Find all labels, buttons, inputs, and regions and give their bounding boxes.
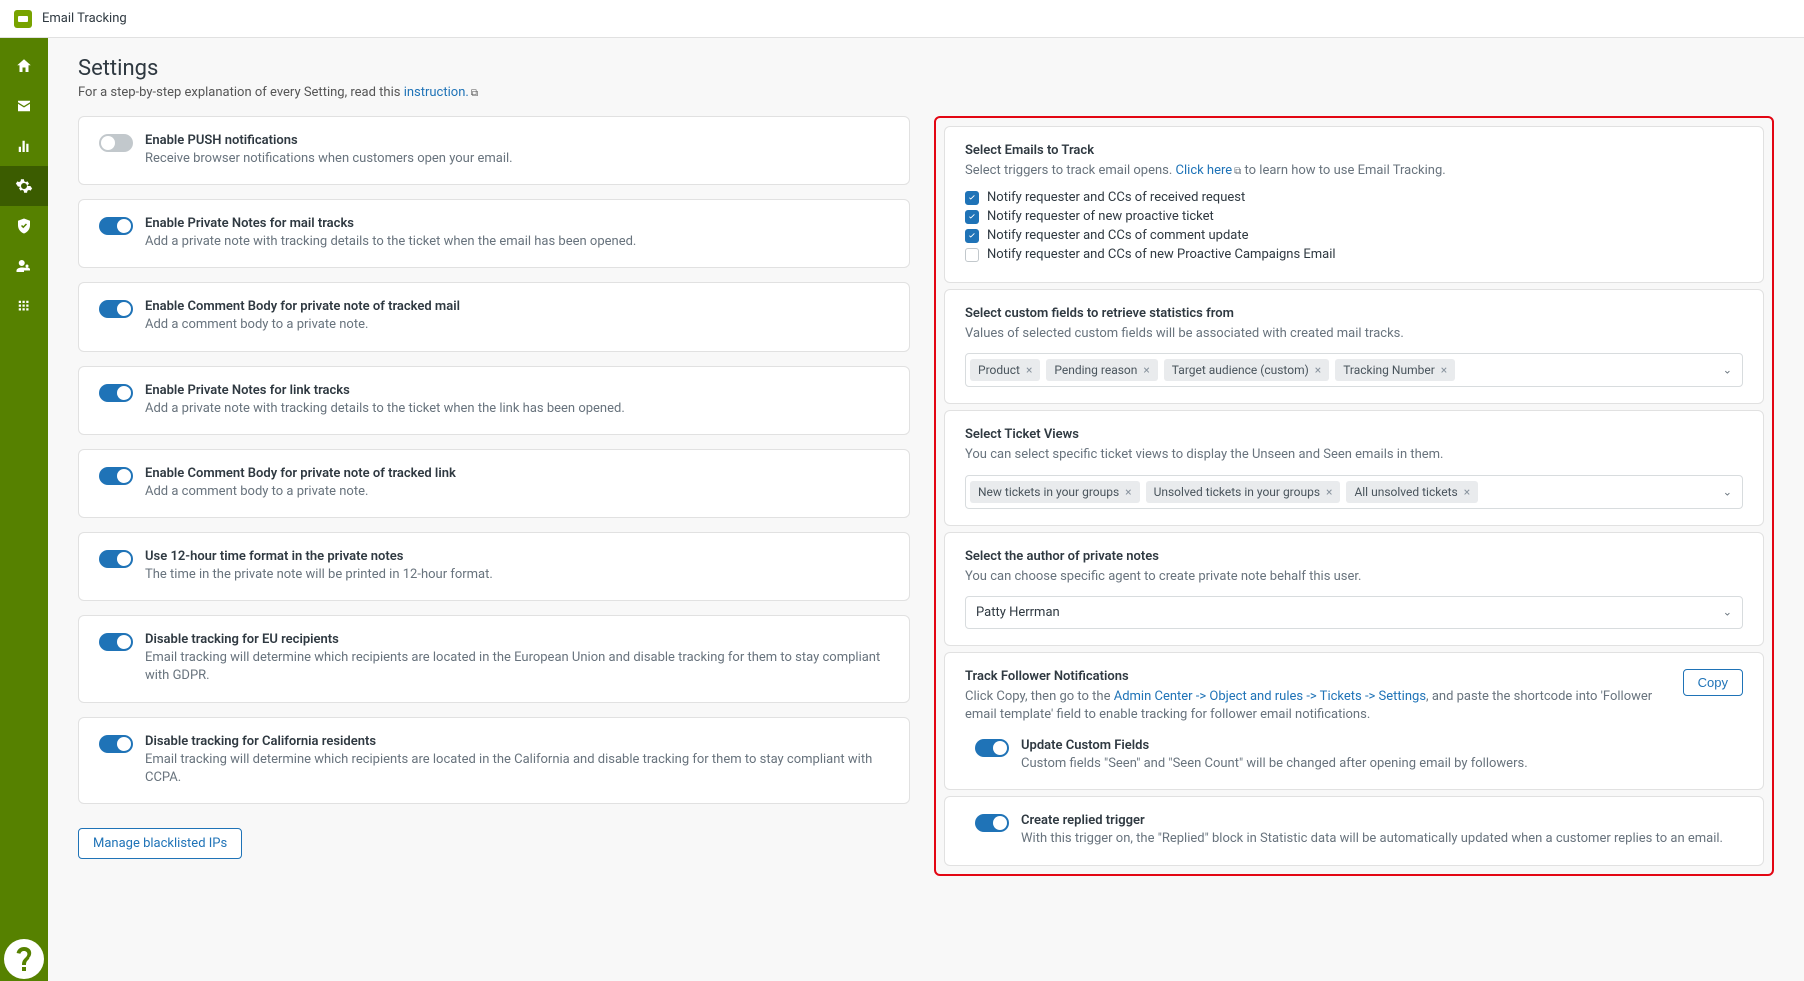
topbar-title: Email Tracking <box>42 11 127 26</box>
tag-audience: Target audience (custom)× <box>1164 359 1329 381</box>
ticket-views-select[interactable]: New tickets in your groups× Unsolved tic… <box>965 475 1743 509</box>
tag-tracking: Tracking Number× <box>1335 359 1455 381</box>
sidebar-security[interactable] <box>0 206 48 246</box>
manage-blacklist-button[interactable]: Manage blacklisted IPs <box>78 828 242 859</box>
external-icon: ⧉ <box>471 88 478 99</box>
main: Settings For a step-by-step explanation … <box>48 38 1804 906</box>
tag-pending: Pending reason× <box>1046 359 1157 381</box>
remove-tag-icon[interactable]: × <box>1464 485 1470 499</box>
chevron-down-icon: ⌄ <box>1723 485 1732 498</box>
card-pn-link: Enable Private Notes for link tracks Add… <box>78 366 910 435</box>
admin-center-link[interactable]: Admin Center -> Object and rules -> Tick… <box>1114 689 1426 704</box>
sidebar-stats[interactable] <box>0 126 48 166</box>
sidebar <box>0 38 48 981</box>
tag-view-unsolved: Unsolved tickets in your groups× <box>1146 481 1341 503</box>
checkbox-received-request[interactable] <box>965 191 979 205</box>
chevron-down-icon: ⌄ <box>1723 364 1732 377</box>
card-follower: Track Follower Notifications Click Copy,… <box>944 652 1764 791</box>
sidebar-help[interactable] <box>0 937 48 981</box>
push-desc: Receive browser notifications when custo… <box>145 150 513 168</box>
instruction-link[interactable]: instruction. <box>404 85 469 100</box>
app-icon <box>14 10 32 28</box>
remove-tag-icon[interactable]: × <box>1315 363 1321 377</box>
tag-view-new: New tickets in your groups× <box>970 481 1140 503</box>
card-cb-link: Enable Comment Body for private note of … <box>78 449 910 518</box>
card-push: Enable PUSH notifications Receive browse… <box>78 116 910 185</box>
remove-tag-icon[interactable]: × <box>1026 363 1032 377</box>
checkbox-comment-update[interactable] <box>965 229 979 243</box>
toggle-ca[interactable] <box>99 735 133 753</box>
card-custom-fields: Select custom fields to retrieve statist… <box>944 289 1764 404</box>
toggle-cb-mail[interactable] <box>99 300 133 318</box>
remove-tag-icon[interactable]: × <box>1326 485 1332 499</box>
card-emails: Select Emails to Track Select triggers t… <box>944 126 1764 283</box>
toggle-pn-mail[interactable] <box>99 217 133 235</box>
remove-tag-icon[interactable]: × <box>1441 363 1447 377</box>
card-12h: Use 12-hour time format in the private n… <box>78 532 910 601</box>
checkbox-proactive-ticket[interactable] <box>965 210 979 224</box>
sidebar-settings[interactable] <box>0 166 48 206</box>
copy-button[interactable]: Copy <box>1683 669 1743 696</box>
click-here-link[interactable]: Click here <box>1176 163 1233 178</box>
toggle-pn-link[interactable] <box>99 384 133 402</box>
right-column-highlighted: Select Emails to Track Select triggers t… <box>934 116 1774 876</box>
tag-product: Product× <box>970 359 1040 381</box>
push-title: Enable PUSH notifications <box>145 133 513 148</box>
checkbox-proactive-campaigns[interactable] <box>965 248 979 262</box>
toggle-12h[interactable] <box>99 550 133 568</box>
tag-view-all: All unsolved tickets× <box>1346 481 1478 503</box>
card-eu: Disable tracking for EU recipients Email… <box>78 615 910 702</box>
card-pn-mail: Enable Private Notes for mail tracks Add… <box>78 199 910 268</box>
sidebar-mail[interactable] <box>0 86 48 126</box>
card-ticket-views: Select Ticket Views You can select speci… <box>944 410 1764 525</box>
left-column: Enable PUSH notifications Receive browse… <box>78 116 910 859</box>
sidebar-home[interactable] <box>0 46 48 86</box>
custom-fields-select[interactable]: Product× Pending reason× Target audience… <box>965 353 1743 387</box>
toggle-update-cf[interactable] <box>975 739 1009 757</box>
card-cb-mail: Enable Comment Body for private note of … <box>78 282 910 351</box>
remove-tag-icon[interactable]: × <box>1125 485 1131 499</box>
sidebar-apps[interactable] <box>0 286 48 326</box>
page-title: Settings <box>78 56 1774 81</box>
card-ca: Disable tracking for California resident… <box>78 717 910 804</box>
toggle-cb-link[interactable] <box>99 467 133 485</box>
toggle-replied[interactable] <box>975 814 1009 832</box>
toggle-push[interactable] <box>99 134 133 152</box>
card-author: Select the author of private notes You c… <box>944 532 1764 646</box>
chevron-down-icon: ⌄ <box>1723 606 1732 619</box>
card-replied: Create replied trigger With this trigger… <box>944 796 1764 865</box>
remove-tag-icon[interactable]: × <box>1143 363 1149 377</box>
author-select[interactable]: Patty Herrman ⌄ <box>965 596 1743 629</box>
topbar: Email Tracking <box>0 0 1804 38</box>
page-subtitle: For a step-by-step explanation of every … <box>78 85 1774 100</box>
sidebar-users[interactable] <box>0 246 48 286</box>
toggle-eu[interactable] <box>99 633 133 651</box>
